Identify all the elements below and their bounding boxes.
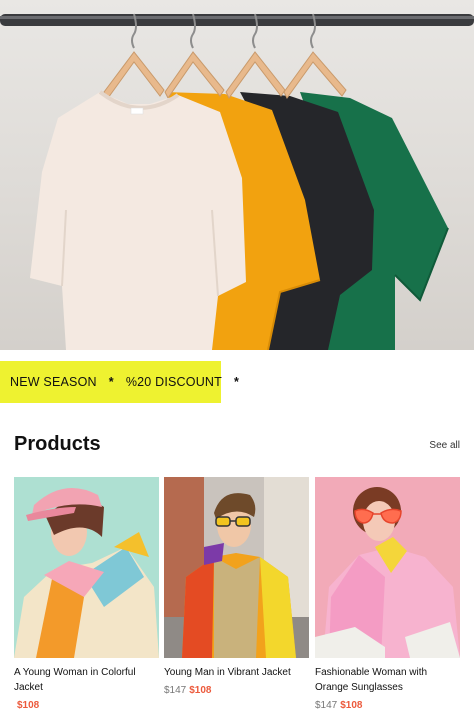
hero-banner-image (0, 0, 474, 350)
old-price: $147 (315, 700, 338, 711)
promo-text-new-season: NEW SEASON (10, 375, 97, 389)
product-name[interactable]: A Young Woman in Colorful Jacket (14, 665, 159, 695)
product-image[interactable] (315, 477, 460, 658)
current-price: $108 (189, 685, 212, 696)
current-price: $108 (17, 700, 40, 711)
promo-text-discount: %20 DISCOUNT (125, 375, 222, 389)
promo-separator: * (234, 375, 240, 389)
tshirts-on-rack-illustration (0, 13, 474, 350)
product-image[interactable] (164, 477, 309, 658)
product-price: $147 $108 (164, 685, 309, 696)
product-image[interactable] (14, 477, 159, 658)
promo-separator: * (108, 375, 114, 389)
promo-banner[interactable]: NEW SEASON * %20 DISCOUNT * (0, 361, 239, 403)
current-price: $108 (340, 700, 363, 711)
section-title: Products (14, 433, 101, 455)
product-name[interactable]: Fashionable Woman with Orange Sunglasses (315, 665, 460, 695)
product-name[interactable]: Young Man in Vibrant Jacket (164, 665, 309, 680)
product-card[interactable]: Young Man in Vibrant Jacket $147 $108 (164, 477, 309, 696)
old-price: $147 (164, 685, 187, 696)
product-price: $147 $108 (315, 700, 460, 711)
see-all-link[interactable]: See all (429, 440, 460, 451)
product-price: $108 (14, 700, 159, 711)
product-card[interactable]: Fashionable Woman with Orange Sunglasses… (315, 477, 460, 711)
product-card[interactable]: A Young Woman in Colorful Jacket $108 (14, 477, 159, 711)
